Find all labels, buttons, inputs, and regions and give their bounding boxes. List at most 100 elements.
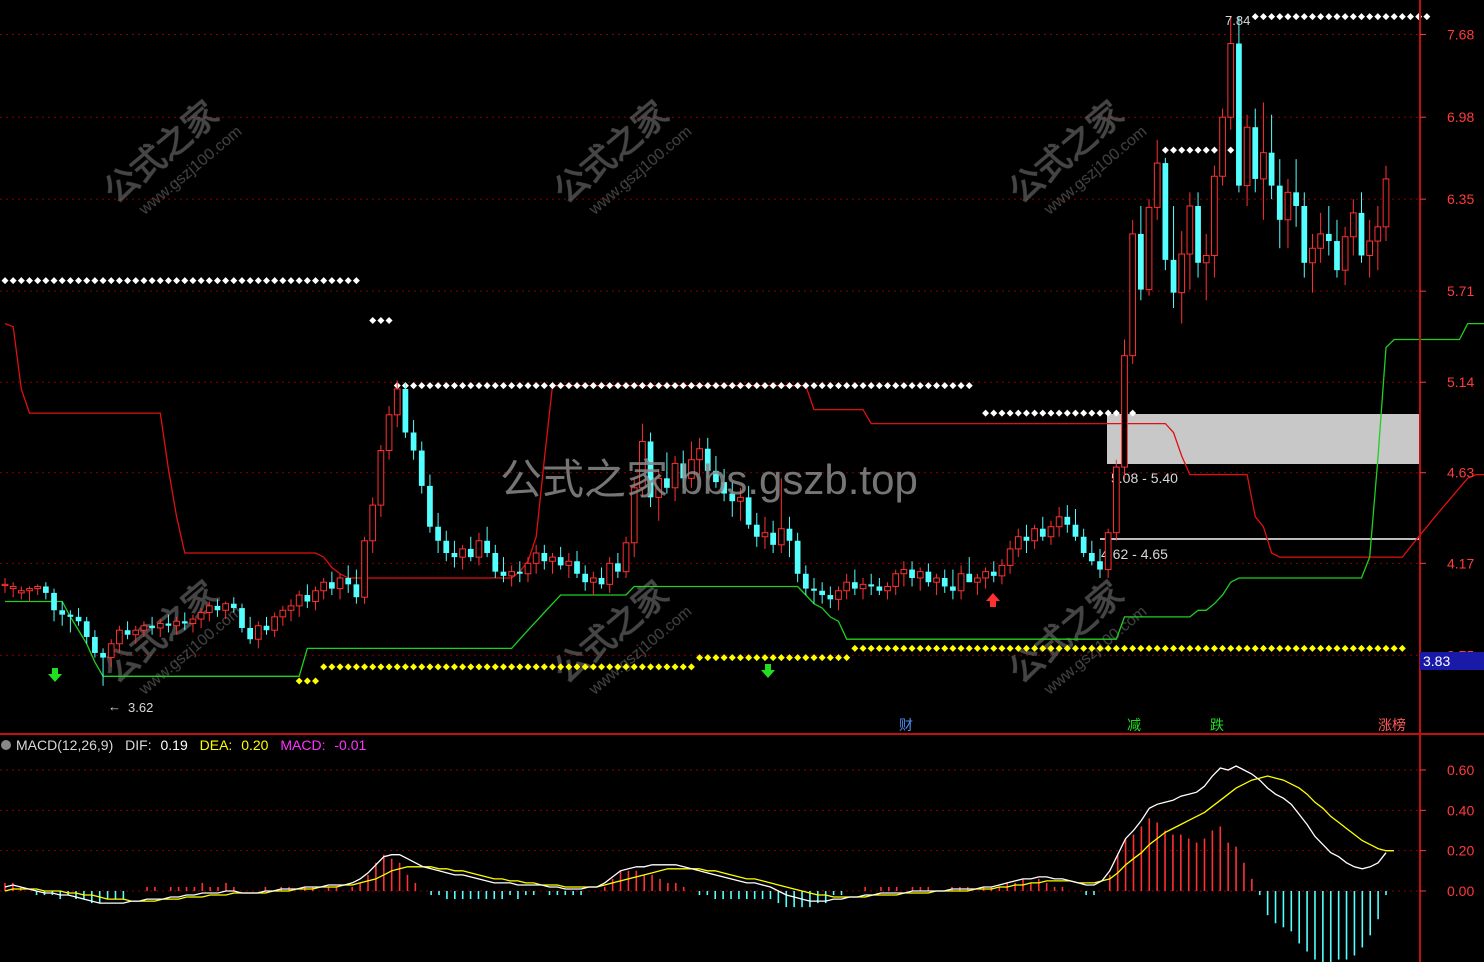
price-tick-label: 7.68 (1447, 26, 1474, 42)
candle-body (107, 643, 115, 659)
center-watermark: 公式之家 bbs.gszb.top (500, 456, 918, 503)
candle-body (500, 571, 507, 576)
candle-body (116, 629, 123, 645)
candle-body (606, 562, 614, 585)
candle-body (377, 450, 385, 506)
candle-body (312, 590, 319, 603)
stock-chart[interactable]: 公式之家www.gszj100.com 公式之家www.gszj100.com 公式… (0, 0, 1484, 962)
event-marker-jian[interactable]: 减 (1127, 717, 1141, 733)
macd-title: MACD(12,26,9) (16, 737, 113, 753)
candle-body (819, 590, 826, 596)
candle-body (197, 611, 205, 620)
candle-body (1129, 233, 1137, 357)
event-marker-zhangbang[interactable]: 涨榜 (1378, 717, 1406, 733)
candle-body (851, 582, 858, 589)
candle-body (574, 561, 580, 574)
candle-body (17, 590, 25, 594)
candle-body (1072, 524, 1079, 537)
candle-body (598, 577, 605, 585)
candle-body (369, 504, 377, 542)
candle-body (329, 582, 335, 589)
candle-body (770, 532, 776, 545)
candle-body (353, 584, 360, 598)
candle-body (1047, 526, 1055, 538)
candle-body (1382, 178, 1390, 228)
candle-body (508, 571, 515, 577)
candle-body (475, 540, 483, 558)
candle-body (1243, 126, 1251, 187)
candle-body (557, 557, 564, 566)
candle-body (966, 573, 973, 583)
event-marker-cai[interactable]: 财 (899, 717, 913, 733)
candle-body (941, 577, 948, 587)
candle-body (1064, 516, 1071, 525)
candle-body (909, 569, 915, 578)
candle-body (336, 577, 344, 590)
candle-body (786, 528, 793, 541)
candle-body (124, 630, 131, 635)
candle-body (393, 388, 401, 416)
macd-legend: MACD(12,26,9) DIF: 0.19 DEA: 0.20 MACD: … (1, 737, 366, 753)
candle-body (1317, 233, 1324, 249)
candle-body (622, 542, 630, 573)
candle-body (1186, 205, 1194, 255)
price-tick-label: 4.17 (1447, 555, 1474, 571)
candle-body (345, 577, 352, 585)
candle-body (51, 592, 57, 611)
candle-body (263, 625, 270, 631)
candle-body (467, 548, 474, 558)
candle-body (1162, 163, 1169, 260)
candle-body (9, 585, 17, 590)
candle-body (802, 573, 809, 589)
candle-body (998, 564, 1006, 577)
indicator-settings-icon[interactable] (1, 740, 11, 750)
low-label: 3.62 (128, 700, 153, 715)
candle-body (876, 586, 883, 591)
candle-body (532, 552, 540, 564)
candle-body (1137, 233, 1144, 290)
dif-value: 0.19 (161, 737, 188, 753)
candle-body (565, 560, 573, 566)
dea-value: 0.20 (241, 737, 268, 753)
candle-body (615, 563, 621, 572)
candle-body (974, 577, 981, 583)
candle-body (950, 586, 956, 591)
price-tick-label: 6.98 (1447, 109, 1474, 125)
candle-body (295, 594, 303, 607)
candle-body (1, 583, 9, 587)
candle-body (892, 573, 900, 587)
candle-body (982, 571, 989, 579)
candle-body (541, 552, 548, 562)
candle-body (1104, 532, 1112, 571)
candle-body (1349, 212, 1357, 238)
candle-body (1121, 355, 1128, 468)
candle-body (1055, 516, 1063, 528)
candle-body (1252, 127, 1259, 179)
candle-body (26, 588, 33, 592)
candle-body (418, 450, 425, 486)
candle-body (385, 414, 393, 452)
candle-body (1170, 259, 1177, 293)
dif-label: DIF: (125, 737, 151, 753)
candle-body (794, 540, 801, 574)
candle-body (42, 586, 49, 593)
candle-body (1211, 175, 1218, 256)
candle-body (230, 603, 237, 609)
candle-body (933, 577, 940, 583)
candle-body (589, 577, 597, 583)
candle-body (92, 636, 98, 653)
candle-body (214, 605, 221, 611)
candle-body (239, 608, 245, 628)
high-label: 7.84 (1225, 13, 1250, 28)
candle-body (67, 614, 74, 617)
candle-body (582, 573, 589, 583)
candle-body (287, 605, 295, 611)
price-tick-label: 4.63 (1447, 465, 1474, 481)
macd-legend-text: MACD(12,26,9) DIF: 0.19 DEA: 0.20 MACD: … (16, 737, 366, 753)
candle-body (165, 623, 172, 626)
candle-body (1260, 152, 1267, 180)
candle-body (925, 571, 932, 583)
event-marker-die[interactable]: 跌 (1210, 717, 1224, 733)
candle-body (516, 571, 523, 574)
price-tick-label: 5.14 (1447, 374, 1474, 390)
